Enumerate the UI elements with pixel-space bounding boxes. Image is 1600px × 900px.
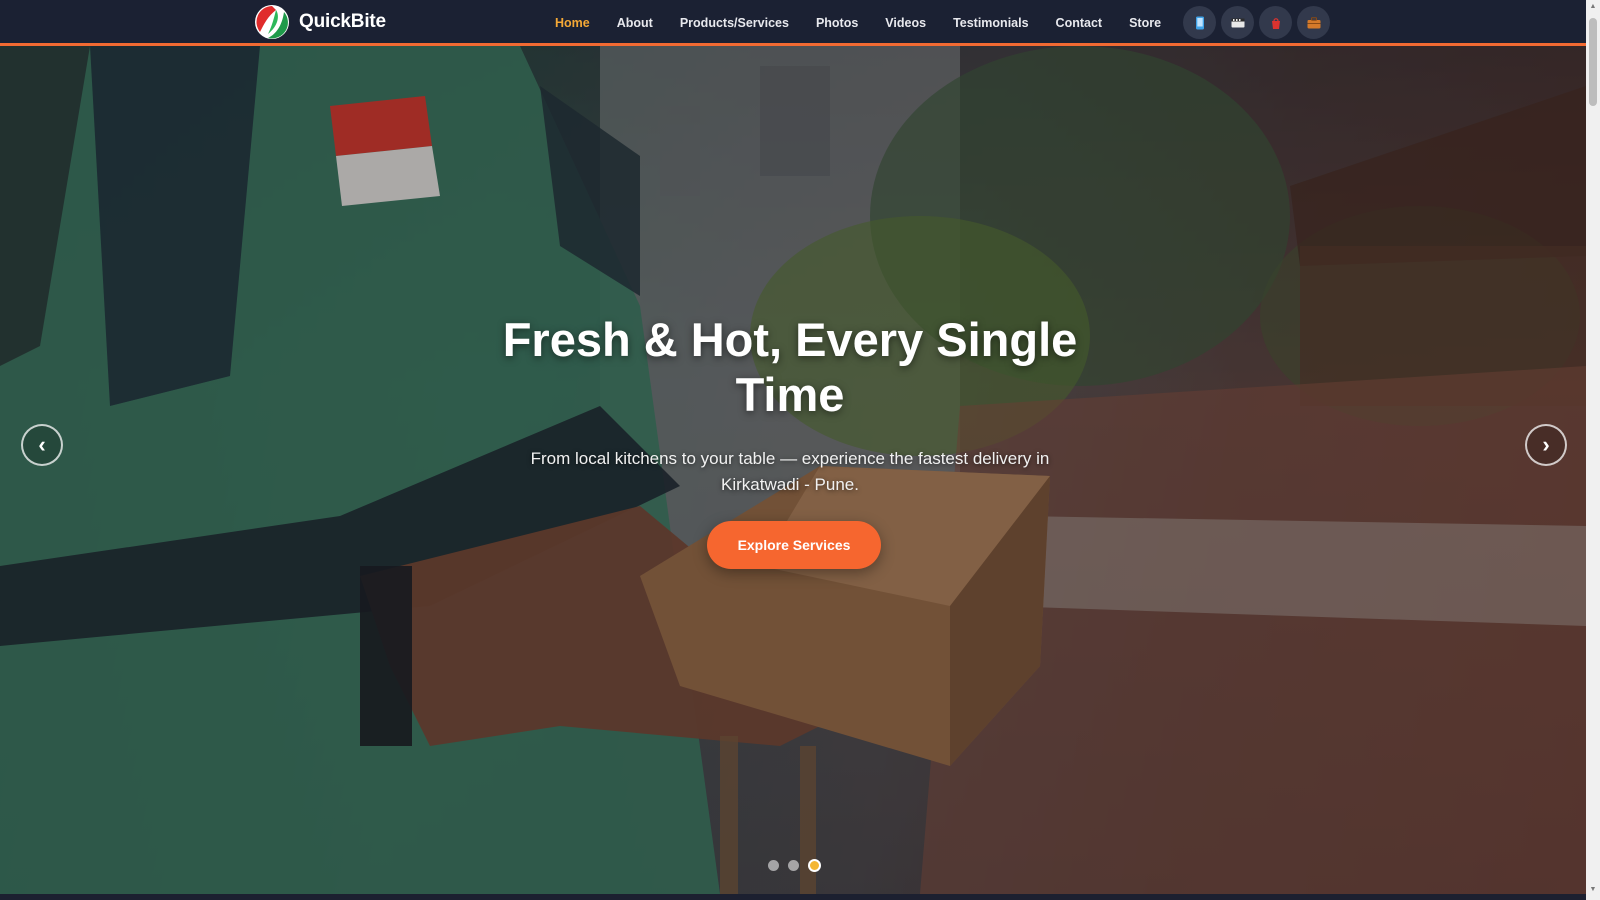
- nav-store[interactable]: Store: [1129, 16, 1161, 30]
- briefcase-icon[interactable]: [1297, 6, 1330, 39]
- scroll-down-arrow-icon[interactable]: ▼: [1589, 886, 1597, 894]
- nav-testimonials[interactable]: Testimonials: [953, 16, 1028, 30]
- scrollbar-thumb[interactable]: [1589, 18, 1597, 106]
- slider-dots: [768, 859, 830, 872]
- slider-dot-2[interactable]: [788, 860, 799, 871]
- store-bag-icon[interactable]: [1259, 6, 1292, 39]
- phone-icon[interactable]: [1183, 6, 1216, 39]
- site-header: QuickBite Home About Products/Services P…: [0, 0, 1586, 46]
- hero-title: Fresh & Hot, Every Single Time: [502, 313, 1078, 421]
- nav-photos[interactable]: Photos: [816, 16, 858, 30]
- chevron-right-icon: ›: [1542, 432, 1550, 457]
- page-scrollbar[interactable]: ▲ ▼: [1586, 0, 1600, 900]
- brand-logo-icon: [255, 5, 289, 39]
- brand-logo[interactable]: QuickBite: [254, 4, 386, 40]
- main-nav: Home About Products/Services Photos Vide…: [555, 0, 1188, 46]
- nav-about[interactable]: About: [617, 16, 653, 30]
- slider-dot-3[interactable]: [808, 859, 821, 872]
- nav-products-services[interactable]: Products/Services: [680, 16, 789, 30]
- brand-name: QuickBite: [299, 11, 386, 32]
- slider-next-button[interactable]: ›: [1525, 424, 1567, 466]
- film-icon[interactable]: [1221, 6, 1254, 39]
- scroll-up-arrow-icon[interactable]: ▲: [1589, 3, 1597, 11]
- hero-slider: Fresh & Hot, Every Single Time From loca…: [0, 46, 1586, 894]
- nav-home[interactable]: Home: [555, 16, 590, 30]
- explore-services-button[interactable]: Explore Services: [707, 521, 881, 569]
- social-icons: [1183, 6, 1335, 39]
- nav-videos[interactable]: Videos: [885, 16, 926, 30]
- slider-dot-1[interactable]: [768, 860, 779, 871]
- slider-prev-button[interactable]: ‹: [21, 424, 63, 466]
- nav-contact[interactable]: Contact: [1056, 16, 1103, 30]
- hero-subtitle: From local kitchens to your table — expe…: [530, 449, 1050, 494]
- chevron-left-icon: ‹: [38, 432, 46, 457]
